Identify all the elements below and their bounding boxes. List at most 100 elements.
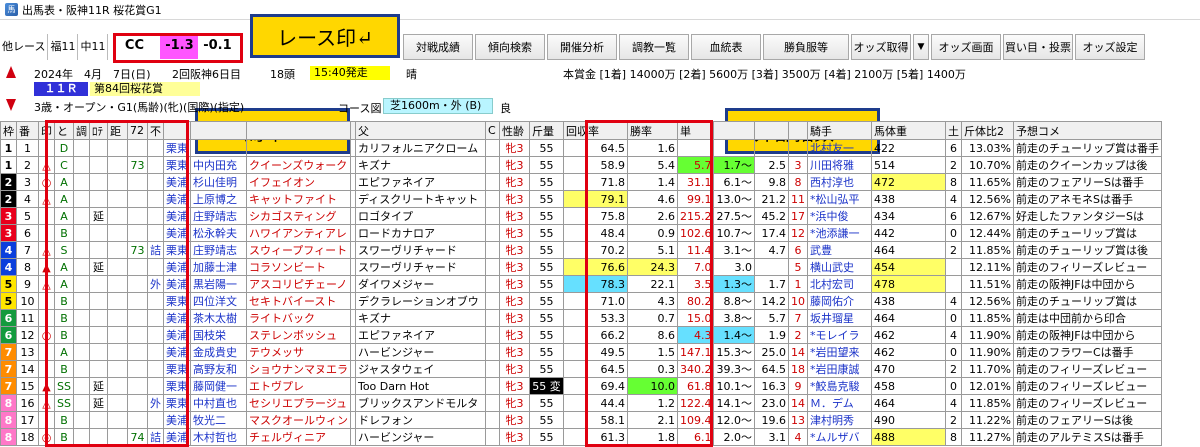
cell-num[interactable]: 8 xyxy=(16,258,39,276)
cell-cmt[interactable]: 前走のフィリーズレビュー xyxy=(1012,360,1162,378)
cell-fu[interactable]: 詰 xyxy=(146,428,164,446)
cell-bw[interactable]: 454 xyxy=(870,258,946,276)
cell-bd1[interactable] xyxy=(944,258,962,276)
cell-rot[interactable] xyxy=(88,292,108,310)
header-cell[interactable]: 斤量 xyxy=(528,121,564,140)
cell-cho[interactable] xyxy=(72,428,90,446)
cell-rot[interactable] xyxy=(88,343,108,361)
cell-c[interactable] xyxy=(484,275,500,293)
cell-mark[interactable]: ▲ xyxy=(38,258,55,276)
header-cell[interactable]: 印 xyxy=(38,121,55,140)
cell-trainer[interactable]: 中村直也 xyxy=(189,394,247,412)
table-row[interactable]: 2 3 ○ A 美浦 杉山佳明 イフェイオン エピファネイア 牝3 55 71.8 1.4 31.1 6.… xyxy=(0,173,1162,191)
cell-p1[interactable]: 3.8～ xyxy=(713,309,755,327)
cell-to[interactable]: B xyxy=(54,224,74,242)
cell-ratio[interactable]: 12.44% xyxy=(960,224,1014,242)
cell-trainer[interactable]: 牧光二 xyxy=(189,411,247,429)
cell-bw[interactable]: 442 xyxy=(870,224,946,242)
cell-bw[interactable]: 490 xyxy=(870,411,946,429)
table-row[interactable]: 5 10 B 栗東 四位洋文 セキトバイースト デクラレーションオブウ 牝3 55 71.0 4.3… xyxy=(0,292,1162,310)
cell-win[interactable]: 4.3 xyxy=(626,292,678,310)
cell-aff[interactable]: 美浦 xyxy=(162,411,191,429)
cell-trainer[interactable]: 黒岩陽一 xyxy=(189,275,247,293)
table-row[interactable]: 5 9 △ A 外美浦 黒岩陽一 アスコリピチェーノ ダイワメジャー 牝3 55 78.3 22.1 3… xyxy=(0,275,1162,293)
cell-bd1[interactable]: 4 xyxy=(944,190,962,208)
cell-mark[interactable]: △ xyxy=(38,241,55,259)
cell-pop[interactable]: 5 xyxy=(787,258,808,276)
cell-pop[interactable]: 14 xyxy=(787,394,808,412)
cell-win[interactable]: 5.1 xyxy=(626,241,678,259)
cell-ret[interactable]: 70.2 xyxy=(562,241,628,259)
chevron-down-icon[interactable]: ▼ xyxy=(913,34,929,60)
cell-jockey[interactable]: 武豊 xyxy=(806,241,872,259)
cell-mark[interactable] xyxy=(38,224,55,242)
cell-p1[interactable]: 1.4～ xyxy=(713,326,755,344)
cell-sex[interactable]: 牝3 xyxy=(498,207,530,225)
cell-bw[interactable]: 434 xyxy=(870,207,946,225)
cell-p2[interactable]: 2.5 xyxy=(753,156,789,174)
cell-mark[interactable]: △ xyxy=(38,394,55,412)
cell-waku[interactable]: 4 xyxy=(0,258,17,276)
cell-bd1[interactable]: 8 xyxy=(944,428,962,446)
cell-sex[interactable]: 牝3 xyxy=(498,241,530,259)
cell-sire[interactable]: キズナ xyxy=(354,156,486,174)
cell-ret[interactable]: 79.1 xyxy=(562,190,628,208)
header-cell[interactable]: と xyxy=(54,121,74,140)
cell-p2[interactable]: 21.2 xyxy=(753,190,789,208)
cell-odds[interactable]: 4.3 xyxy=(676,326,715,344)
cell-trainer[interactable]: 中内田充 xyxy=(189,156,247,174)
cell-num[interactable]: 17 xyxy=(16,411,39,429)
cell-sire[interactable]: ディスクリートキャット xyxy=(354,190,486,208)
cell-horse[interactable]: シカゴスティング xyxy=(245,207,351,225)
cell-odds[interactable]: 147.1 xyxy=(676,343,715,361)
cell-jockey[interactable]: 北村宏司 xyxy=(806,275,872,293)
cell-odds[interactable]: 6.1 xyxy=(676,428,715,446)
cell-num[interactable]: 9 xyxy=(16,275,39,293)
cell-wt[interactable]: 55 xyxy=(528,360,564,378)
cell-cmt[interactable]: 前走のチューリップ賞は後 xyxy=(1012,241,1162,259)
cell-waku[interactable]: 1 xyxy=(0,156,17,174)
cell-num[interactable]: 1 xyxy=(16,139,39,157)
cell-p1[interactable]: 2.0～ xyxy=(713,428,755,446)
cell-sire[interactable]: ハービンジャー xyxy=(354,428,486,446)
cell-ratio[interactable]: 11.70% xyxy=(960,360,1014,378)
cell-dist[interactable] xyxy=(106,190,128,208)
cell-sire[interactable]: エピファネイア xyxy=(354,173,486,191)
cell-cmt[interactable]: 前走のクイーンカップは後 xyxy=(1012,156,1162,174)
cell-ratio[interactable]: 12.56% xyxy=(960,292,1014,310)
cell-ret[interactable]: 58.1 xyxy=(562,411,628,429)
cell-p1[interactable]: 14.1～ xyxy=(713,394,755,412)
cell-ret[interactable]: 44.4 xyxy=(562,394,628,412)
menu-workout-list[interactable]: 調教一覧 xyxy=(619,34,689,60)
cell-bw[interactable]: 464 xyxy=(870,309,946,327)
cell-to[interactable]: SS xyxy=(54,394,74,412)
cell-cho[interactable] xyxy=(72,394,90,412)
cell-c[interactable] xyxy=(484,360,500,378)
cell-aff[interactable]: 美浦 xyxy=(162,343,191,361)
cell-mark[interactable] xyxy=(38,292,55,310)
cell-p2[interactable]: 45.2 xyxy=(753,207,789,225)
cell-win[interactable]: 1.6 xyxy=(626,139,678,157)
cell-s72[interactable] xyxy=(126,292,148,310)
cell-wt[interactable]: 55 xyxy=(528,428,564,446)
cell-to[interactable]: A xyxy=(54,275,74,293)
cell-aff[interactable]: 栗東 xyxy=(162,241,191,259)
cell-rot[interactable] xyxy=(88,241,108,259)
nav-fuku11[interactable]: 福11 xyxy=(48,34,79,60)
cell-pop[interactable]: 17 xyxy=(787,207,808,225)
cell-p2[interactable]: 16.3 xyxy=(753,377,789,395)
cell-c[interactable] xyxy=(484,377,500,395)
cell-dist[interactable] xyxy=(106,360,128,378)
cell-to[interactable]: SS xyxy=(54,377,74,395)
cell-p1[interactable]: 8.8～ xyxy=(713,292,755,310)
cell-cmt[interactable]: 好走したファンタジーSは xyxy=(1012,207,1162,225)
cell-waku[interactable]: 1 xyxy=(0,139,17,157)
table-row[interactable]: 1 2 △ C 73 栗東 中内田充 クイーンズウォーク キズナ 牝3 55 58.9 5.4 5.7 1.… xyxy=(0,156,1162,174)
cell-to[interactable]: B xyxy=(54,360,74,378)
cell-odds[interactable]: 61.8 xyxy=(676,377,715,395)
cell-p1[interactable]: 39.3～ xyxy=(713,360,755,378)
cell-num[interactable]: 11 xyxy=(16,309,39,327)
cell-horse[interactable]: テウメッサ xyxy=(245,343,351,361)
cell-dist[interactable] xyxy=(106,173,128,191)
cell-ratio[interactable]: 11.85% xyxy=(960,241,1014,259)
